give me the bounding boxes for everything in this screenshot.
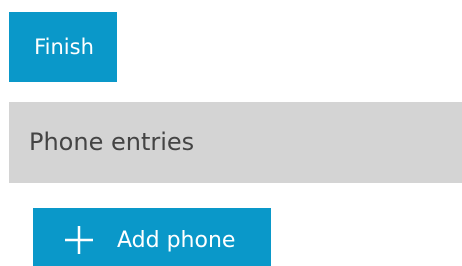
section-title: Phone entries	[29, 128, 195, 156]
page: Finish Phone entries Add phone	[0, 0, 462, 266]
plus-icon	[63, 224, 95, 256]
add-phone-button[interactable]: Add phone	[33, 208, 271, 266]
add-phone-label: Add phone	[117, 228, 236, 253]
phone-entries-header: Phone entries	[9, 102, 462, 183]
finish-button[interactable]: Finish	[9, 12, 117, 82]
